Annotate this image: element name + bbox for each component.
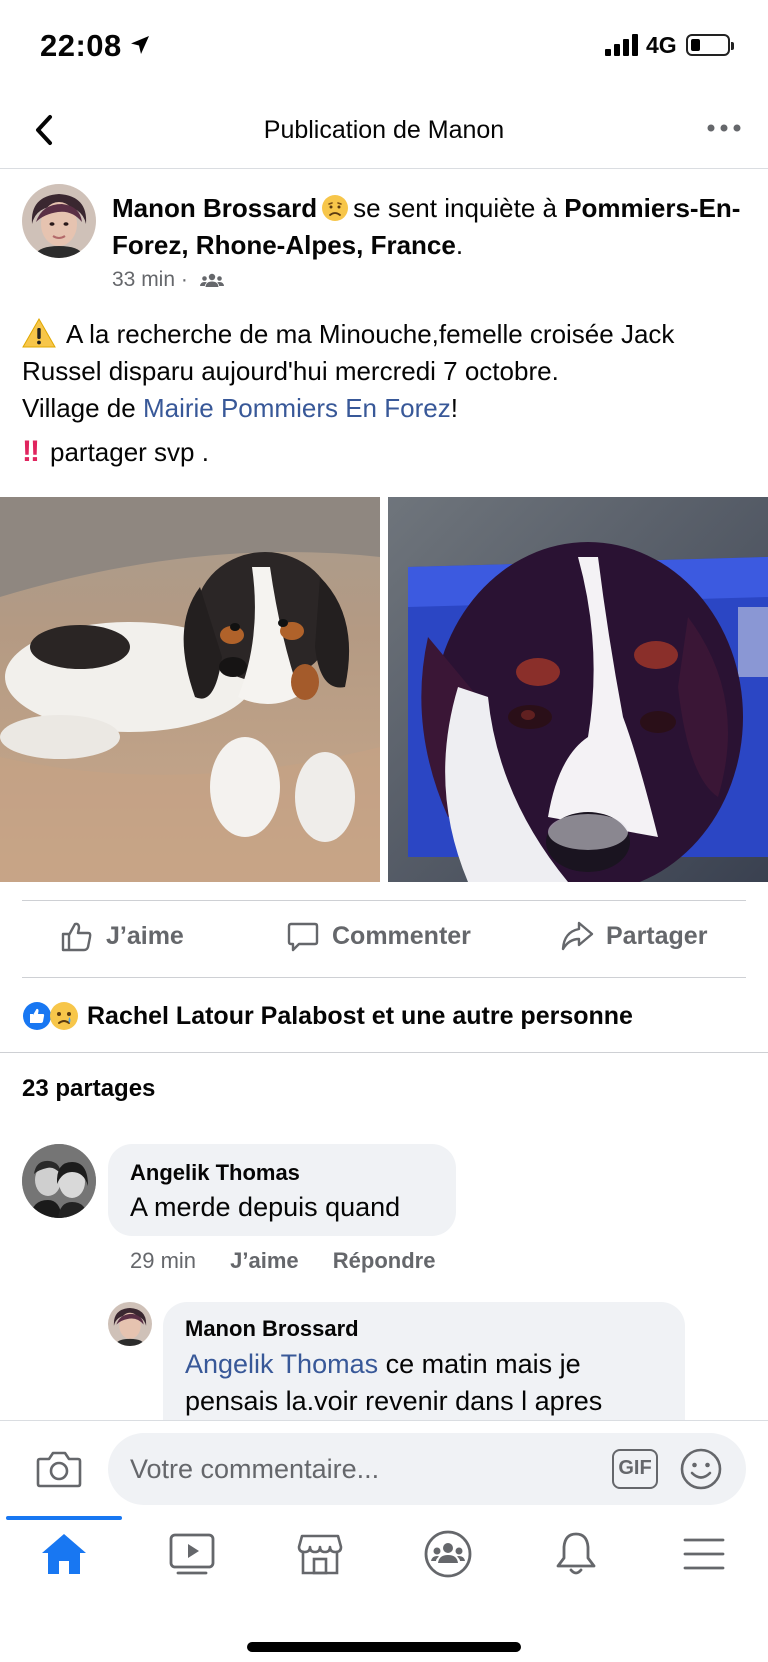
reply-author-name[interactable]: Manon Brossard (185, 1316, 359, 1342)
share-label: Partager (606, 921, 708, 950)
comment-like-button[interactable]: J’aime (230, 1248, 299, 1273)
reactions-summary[interactable]: Rachel Latour Palabost et une autre pers… (22, 994, 746, 1038)
location-arrow-icon (131, 36, 149, 54)
worried-face-icon (322, 195, 349, 221)
comment-bubble[interactable]: Angelik Thomas A merde depuis quand (108, 1144, 456, 1236)
post-text-line-1: A la recherche de ma Minouche,femelle cr… (22, 316, 752, 390)
tab-notifications[interactable] (512, 1514, 640, 1594)
post-text-line-3: !! partager svp . (22, 433, 752, 471)
comment-meta: 29 min J’aime Répondre (130, 1248, 463, 1274)
post-text-2-prefix: Village de (22, 393, 143, 423)
like-reaction-icon (23, 1002, 51, 1030)
post-author-name[interactable]: Manon Brossard (112, 193, 317, 223)
camera-icon[interactable] (36, 1449, 82, 1489)
home-indicator (247, 1642, 521, 1652)
author-avatar[interactable] (22, 184, 96, 258)
post-text-line-2: Village de Mairie Pommiers En Forez! (22, 390, 752, 427)
divider (0, 1052, 768, 1053)
page-title: Publication de Manon (263, 116, 505, 144)
more-horizontal-icon[interactable] (704, 118, 744, 138)
network-type: 4G (646, 32, 677, 58)
like-label: J’aime (106, 921, 184, 950)
home-icon (42, 1534, 86, 1574)
signal-icon (605, 34, 638, 56)
bell-icon (556, 1532, 596, 1575)
post-body: A la recherche de ma Minouche,femelle cr… (22, 316, 752, 471)
comment-composer: GIF (0, 1420, 768, 1515)
top-navigation: Publication de Manon (0, 92, 768, 169)
double-exclamation-icon: !! (22, 435, 40, 468)
thumbs-up-icon (61, 922, 92, 952)
tab-groups[interactable] (384, 1514, 512, 1594)
shares-count[interactable]: 23 partages (22, 1075, 155, 1103)
reply-bubble[interactable]: Manon Brossard Angelik Thomas ce matin m… (163, 1302, 685, 1432)
reaction-icons (22, 1001, 79, 1031)
post-text-1: A la recherche de ma Minouche,femelle cr… (22, 319, 675, 386)
post-header: Manon Brossard se sent inquiète à Pommie… (0, 168, 768, 296)
friends-audience-icon (199, 273, 224, 287)
page-mention-link[interactable]: Mairie Pommiers En Forez (143, 393, 451, 423)
dog-photo-1[interactable] (0, 497, 380, 882)
video-play-icon (169, 1533, 215, 1575)
post-feeling: se sent inquiète à (353, 193, 557, 223)
tab-marketplace[interactable] (256, 1514, 384, 1594)
share-arrow-icon (561, 921, 594, 951)
comment-icon (287, 922, 319, 952)
hamburger-menu-icon (683, 1538, 725, 1570)
status-bar: 22:08 4G (0, 0, 768, 92)
reactions-text: Rachel Latour Palabost et une autre pers… (87, 1001, 633, 1030)
post-text-3: partager svp . (49, 437, 209, 467)
status-time: 22:08 (40, 28, 122, 63)
commenter-name[interactable]: Angelik Thomas (130, 1160, 300, 1186)
warning-icon (22, 318, 56, 348)
post-location-end: . (455, 230, 464, 260)
post-meta: 33 min · (112, 268, 224, 292)
dog-photo-2[interactable] (388, 497, 768, 882)
post-photos (0, 497, 768, 882)
groups-icon (424, 1530, 472, 1578)
marketplace-icon (297, 1534, 343, 1575)
sad-reaction-icon (50, 1002, 78, 1030)
commenter-avatar[interactable] (22, 1144, 96, 1218)
share-button[interactable]: Partager (560, 919, 707, 953)
comment-time: 29 min (130, 1248, 197, 1273)
post-time[interactable]: 33 min (112, 268, 175, 291)
tab-menu[interactable] (640, 1514, 768, 1594)
bottom-tab-bar (0, 1514, 768, 1662)
post-author-line: Manon Brossard se sent inquiète à Pommie… (112, 190, 752, 264)
emoji-smile-icon[interactable] (679, 1447, 723, 1491)
reply-mention-link[interactable]: Angelik Thomas (185, 1349, 378, 1379)
reply-text: Angelik Thomas ce matin mais je pensais … (185, 1346, 665, 1420)
tab-watch[interactable] (128, 1514, 256, 1594)
tab-home[interactable] (0, 1514, 128, 1594)
battery-icon (686, 34, 734, 56)
comment-reply-button[interactable]: Répondre (333, 1248, 436, 1273)
post-text-2-suffix: ! (450, 393, 458, 423)
gif-button[interactable]: GIF (612, 1449, 658, 1489)
reply-author-avatar[interactable] (108, 1302, 152, 1346)
comment-label: Commenter (332, 921, 471, 950)
comment-button[interactable]: Commenter (286, 919, 471, 953)
post-actions: J’aime Commenter Partager (22, 900, 746, 978)
comment-text: A merde depuis quand (130, 1192, 401, 1222)
like-button[interactable]: J’aime (60, 919, 184, 953)
meta-separator: · (180, 268, 188, 291)
